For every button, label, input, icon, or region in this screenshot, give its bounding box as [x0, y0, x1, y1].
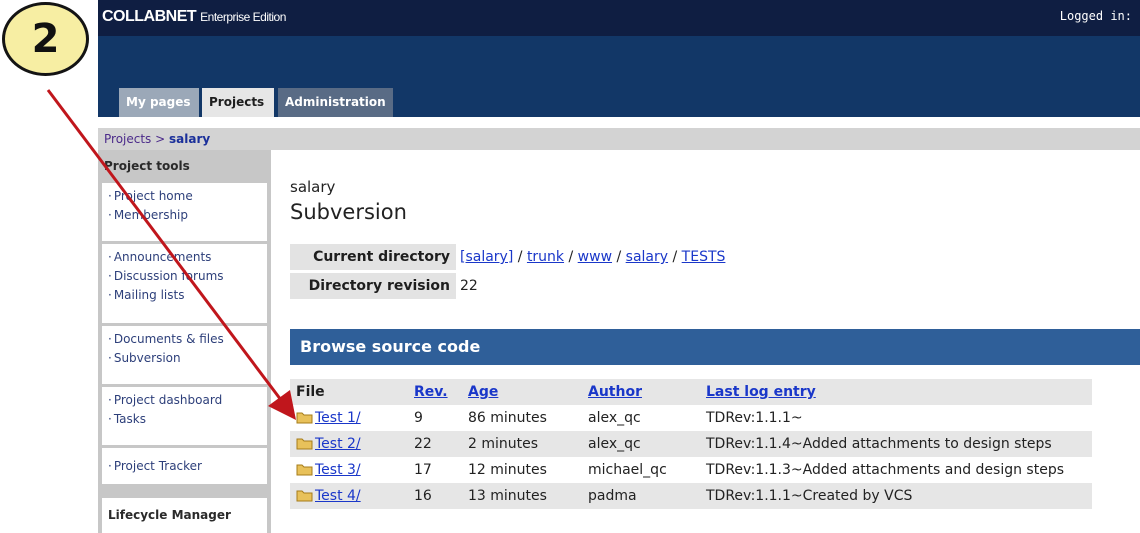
folder-icon	[296, 490, 313, 502]
sidebar-item-mailing-lists[interactable]: Mailing lists	[108, 286, 261, 305]
page-title: Subversion	[290, 200, 407, 224]
step-number-badge: 2	[2, 2, 89, 76]
table-row: Test 2/ 22 2 minutes alex_qc TDRev:1.1.4…	[290, 431, 1092, 457]
main-content: salary Subversion Current directory [sal…	[286, 150, 1140, 533]
sidebar-group-communication: Announcements Discussion forums Mailing …	[102, 244, 267, 323]
path-link-salary-root[interactable]: [salary]	[460, 249, 513, 265]
sidebar-item-project-tracker[interactable]: Project Tracker	[108, 452, 261, 480]
age-cell: 13 minutes	[462, 483, 582, 509]
file-link[interactable]: Test 1/	[315, 410, 361, 426]
breadcrumb-current: salary	[169, 132, 211, 146]
current-directory-label: Current directory	[290, 244, 456, 270]
author-cell: alex_qc	[588, 410, 641, 426]
column-author[interactable]: Author	[582, 379, 700, 405]
table-row: Test 1/ 9 86 minutes alex_qc TDRev:1.1.1…	[290, 405, 1092, 431]
column-age[interactable]: Age	[462, 379, 582, 405]
log-cell: TDRev:1.1.1~Created by VCS	[700, 483, 1092, 509]
author-cell: michael_qc	[588, 462, 667, 478]
sidebar-group-tracker: Project Tracker	[102, 448, 267, 484]
path-link-salary[interactable]: salary	[626, 249, 668, 265]
sidebar-group-tracking: Project dashboard Tasks	[102, 387, 267, 445]
log-cell: TDRev:1.1.1~	[706, 410, 803, 426]
path-link-trunk[interactable]: trunk	[527, 249, 564, 265]
file-table: File Rev. Age Author Last log entry Test…	[290, 379, 1092, 509]
project-name: salary	[290, 178, 336, 196]
browse-source-header: Browse source code	[290, 329, 1140, 365]
sidebar-item-membership[interactable]: Membership	[108, 206, 261, 225]
path-link-tests[interactable]: TESTS	[682, 249, 726, 265]
directory-revision-value: 22	[460, 278, 478, 294]
tab-projects[interactable]: Projects	[202, 88, 274, 117]
sidebar-item-project-home[interactable]: Project home	[108, 187, 261, 206]
breadcrumb: Projects > salary	[98, 128, 1140, 150]
folder-icon	[296, 438, 313, 450]
browser-window: COLLABNET Enterprise Edition Logged in: M…	[98, 0, 1140, 533]
breadcrumb-separator: >	[155, 132, 166, 146]
column-last-log-entry[interactable]: Last log entry	[700, 379, 1092, 405]
author-cell: padma	[582, 483, 700, 509]
sidebar-item-tasks[interactable]: Tasks	[108, 410, 261, 429]
age-cell: 86 minutes	[468, 410, 547, 426]
folder-icon	[296, 412, 313, 424]
sidebar-heading: Project tools	[104, 159, 190, 173]
collabnet-logo: COLLABNET Enterprise Edition	[102, 8, 286, 25]
age-cell: 12 minutes	[468, 462, 547, 478]
rev-cell: 9	[414, 410, 423, 426]
table-row: Test 3/ 17 12 minutes michael_qc TDRev:1…	[290, 457, 1092, 483]
folder-icon	[296, 464, 313, 476]
sidebar-item-subversion[interactable]: Subversion	[108, 349, 261, 368]
log-cell: TDRev:1.1.4~Added attachments to design …	[700, 431, 1092, 457]
tab-administration[interactable]: Administration	[278, 88, 393, 117]
age-cell: 2 minutes	[462, 431, 582, 457]
tab-my-pages[interactable]: My pages	[119, 88, 199, 117]
file-link[interactable]: Test 4/	[315, 488, 361, 504]
sidebar-item-announcements[interactable]: Announcements	[108, 248, 261, 267]
directory-path: [salary] / trunk / www / salary / TESTS	[460, 249, 726, 265]
sidebar-group-files: Documents & files Subversion	[102, 326, 267, 384]
rev-cell: 22	[408, 431, 462, 457]
sidebar-item-project-dashboard[interactable]: Project dashboard	[108, 391, 261, 410]
rev-cell: 17	[414, 462, 432, 478]
breadcrumb-projects-link[interactable]: Projects	[104, 132, 151, 146]
sidebar: Project tools Project home Membership An…	[98, 150, 271, 533]
logged-in-label: Logged in:	[1059, 9, 1132, 23]
directory-revision-label: Directory revision	[290, 273, 456, 299]
author-cell: alex_qc	[582, 431, 700, 457]
table-header-row: File Rev. Age Author Last log entry	[290, 379, 1092, 405]
column-rev[interactable]: Rev.	[408, 379, 462, 405]
sidebar-lifecycle-manager[interactable]: Lifecycle Manager	[102, 498, 267, 533]
top-bar: COLLABNET Enterprise Edition Logged in:	[98, 0, 1140, 36]
sidebar-item-discussion-forums[interactable]: Discussion forums	[108, 267, 261, 286]
table-row: Test 4/ 16 13 minutes padma TDRev:1.1.1~…	[290, 483, 1092, 509]
log-cell: TDRev:1.1.3~Added attachments and design…	[706, 462, 1065, 478]
column-file: File	[290, 379, 408, 405]
rev-cell: 16	[408, 483, 462, 509]
path-link-www[interactable]: www	[578, 249, 612, 265]
file-link[interactable]: Test 2/	[315, 436, 361, 452]
sidebar-item-documents-files[interactable]: Documents & files	[108, 330, 261, 349]
sidebar-group-project: Project home Membership	[102, 183, 267, 241]
file-link[interactable]: Test 3/	[315, 462, 361, 478]
